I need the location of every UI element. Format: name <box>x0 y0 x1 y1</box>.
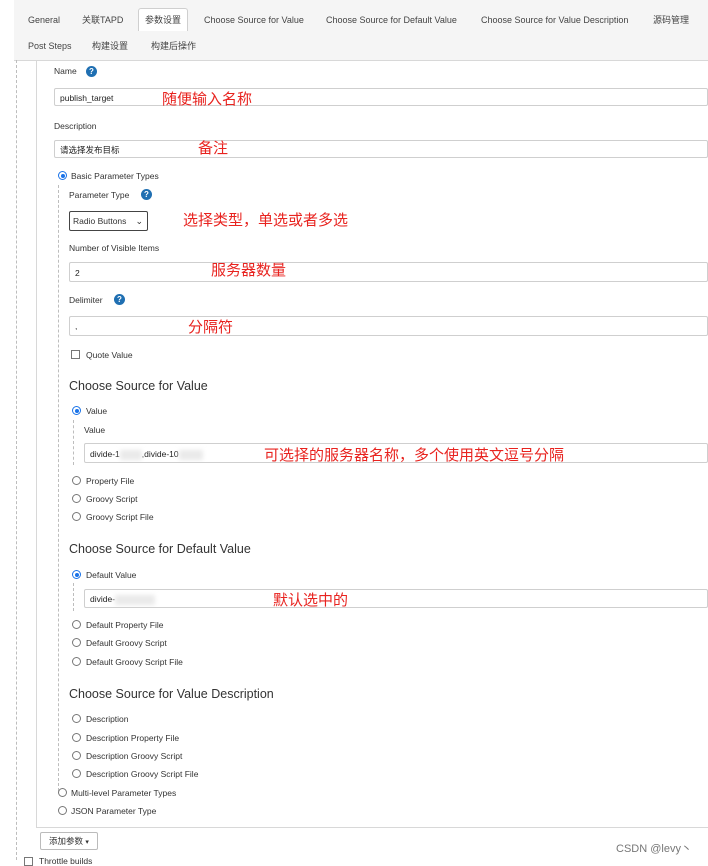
annotation-count: 服务器数量 <box>211 261 287 279</box>
tab-source-default[interactable]: Choose Source for Default Value <box>326 9 457 31</box>
delimiter-label: Delimiter <box>69 295 103 305</box>
delimiter-input[interactable]: , <box>69 316 708 336</box>
name-label: Name <box>54 66 77 76</box>
default-guide <box>73 583 74 611</box>
source-description-title: Choose Source for Value Description <box>69 687 274 701</box>
default-value-text: divide- <box>90 594 116 604</box>
parameter-type-value: Radio Buttons <box>73 216 127 226</box>
default-property-file-label: Default Property File <box>86 620 164 630</box>
default-property-file-radio[interactable] <box>72 620 81 629</box>
tab-bar: General 关联TAPD 参数设置 Choose Source for Va… <box>14 0 708 61</box>
json-param-radio[interactable] <box>58 806 67 815</box>
tab-source-description[interactable]: Choose Source for Value Description <box>481 9 628 31</box>
groovy-script-file-radio[interactable] <box>72 512 81 521</box>
name-help-icon[interactable]: ? <box>86 66 97 77</box>
description-groovy-script-file-radio[interactable] <box>72 769 81 778</box>
tab-scm[interactable]: 源码管理 <box>653 9 689 31</box>
tab-tapd[interactable]: 关联TAPD <box>82 9 123 31</box>
multi-level-param-label: Multi-level Parameter Types <box>71 788 177 798</box>
description-groovy-script-label: Description Groovy Script <box>86 751 183 761</box>
source-default-title: Choose Source for Default Value <box>69 542 251 556</box>
value-guide <box>73 420 74 465</box>
annotation-type: 选择类型，单选或者多选 <box>183 211 349 229</box>
tab-post-build[interactable]: 构建后操作 <box>151 35 196 57</box>
delimiter-help-icon[interactable]: ? <box>114 294 125 305</box>
redacted-region <box>115 594 156 605</box>
value-radio-label: Value <box>86 406 108 416</box>
description-groovy-script-file-label: Description Groovy Script File <box>86 769 199 779</box>
basic-param-types-label: Basic Parameter Types <box>71 171 159 181</box>
name-input[interactable]: publish_target <box>54 88 708 106</box>
annotation-value: 可选择的服务器名称，多个使用英文逗号分隔 <box>264 446 565 464</box>
visible-items-label: Number of Visible Items <box>69 243 160 253</box>
default-groovy-script-file-label: Default Groovy Script File <box>86 657 183 667</box>
quote-value-checkbox[interactable] <box>71 350 80 359</box>
watermark: CSDN @levy丶 <box>616 843 692 855</box>
throttle-builds-label: Throttle builds <box>39 856 93 866</box>
add-parameter-button[interactable]: 添加参数 ▾ <box>40 832 98 850</box>
parameter-type-label: Parameter Type <box>69 190 130 200</box>
param-guide <box>58 185 59 791</box>
value-label: Value <box>84 425 106 435</box>
property-file-label: Property File <box>86 476 135 486</box>
default-value-input[interactable]: divide- <box>84 589 708 608</box>
tab-post-steps[interactable]: Post Steps <box>28 35 72 57</box>
groovy-script-radio[interactable] <box>72 494 81 503</box>
description-groovy-script-radio[interactable] <box>72 751 81 760</box>
source-value-title: Choose Source for Value <box>69 379 208 393</box>
json-param-label: JSON Parameter Type <box>71 806 157 816</box>
chevron-down-icon: ⌄ <box>135 216 143 226</box>
caret-down-icon: ▾ <box>85 839 89 846</box>
basic-param-types-radio[interactable] <box>58 171 67 180</box>
parameter-type-help-icon[interactable]: ? <box>141 189 152 200</box>
value-radio[interactable] <box>72 406 81 415</box>
annotation-name: 随便输入名称 <box>162 90 253 108</box>
visible-items-input[interactable]: 2 <box>69 262 708 282</box>
description-option-label: Description <box>86 714 129 724</box>
default-value-label: Default Value <box>86 570 137 580</box>
parameter-type-select[interactable]: Radio Buttons ⌄ <box>69 211 148 231</box>
outer-guide <box>16 60 17 860</box>
groovy-script-file-label: Groovy Script File <box>86 512 154 522</box>
tab-general[interactable]: General <box>28 9 60 31</box>
groovy-script-label: Groovy Script <box>86 494 138 504</box>
description-property-file-radio[interactable] <box>72 733 81 742</box>
tab-source-value[interactable]: Choose Source for Value <box>204 9 304 31</box>
value-text-b: ,divide-10 <box>141 449 179 459</box>
redacted-region <box>119 449 142 460</box>
description-property-file-label: Description Property File <box>86 733 180 743</box>
property-file-radio[interactable] <box>72 476 81 485</box>
panel-bottom-border <box>36 827 708 828</box>
description-label: Description <box>54 121 97 131</box>
tab-build-settings[interactable]: 构建设置 <box>92 35 128 57</box>
default-value-radio[interactable] <box>72 570 81 579</box>
default-groovy-script-file-radio[interactable] <box>72 657 81 666</box>
default-groovy-script-label: Default Groovy Script <box>86 638 167 648</box>
add-parameter-label: 添加参数 <box>49 836 84 846</box>
annotation-default: 默认选中的 <box>273 591 349 609</box>
annotation-delimiter: 分隔符 <box>188 318 234 336</box>
description-input[interactable]: 请选择发布目标 <box>54 140 708 158</box>
default-groovy-script-radio[interactable] <box>72 638 81 647</box>
annotation-description: 备注 <box>198 139 229 157</box>
tab-parameters[interactable]: 参数设置 <box>138 8 189 31</box>
throttle-builds-checkbox[interactable] <box>24 857 33 866</box>
redacted-region <box>178 449 203 460</box>
description-radio[interactable] <box>72 714 81 723</box>
value-text-a: divide-1 <box>90 449 120 459</box>
quote-value-label: Quote Value <box>86 350 133 360</box>
multi-level-param-radio[interactable] <box>58 788 67 797</box>
